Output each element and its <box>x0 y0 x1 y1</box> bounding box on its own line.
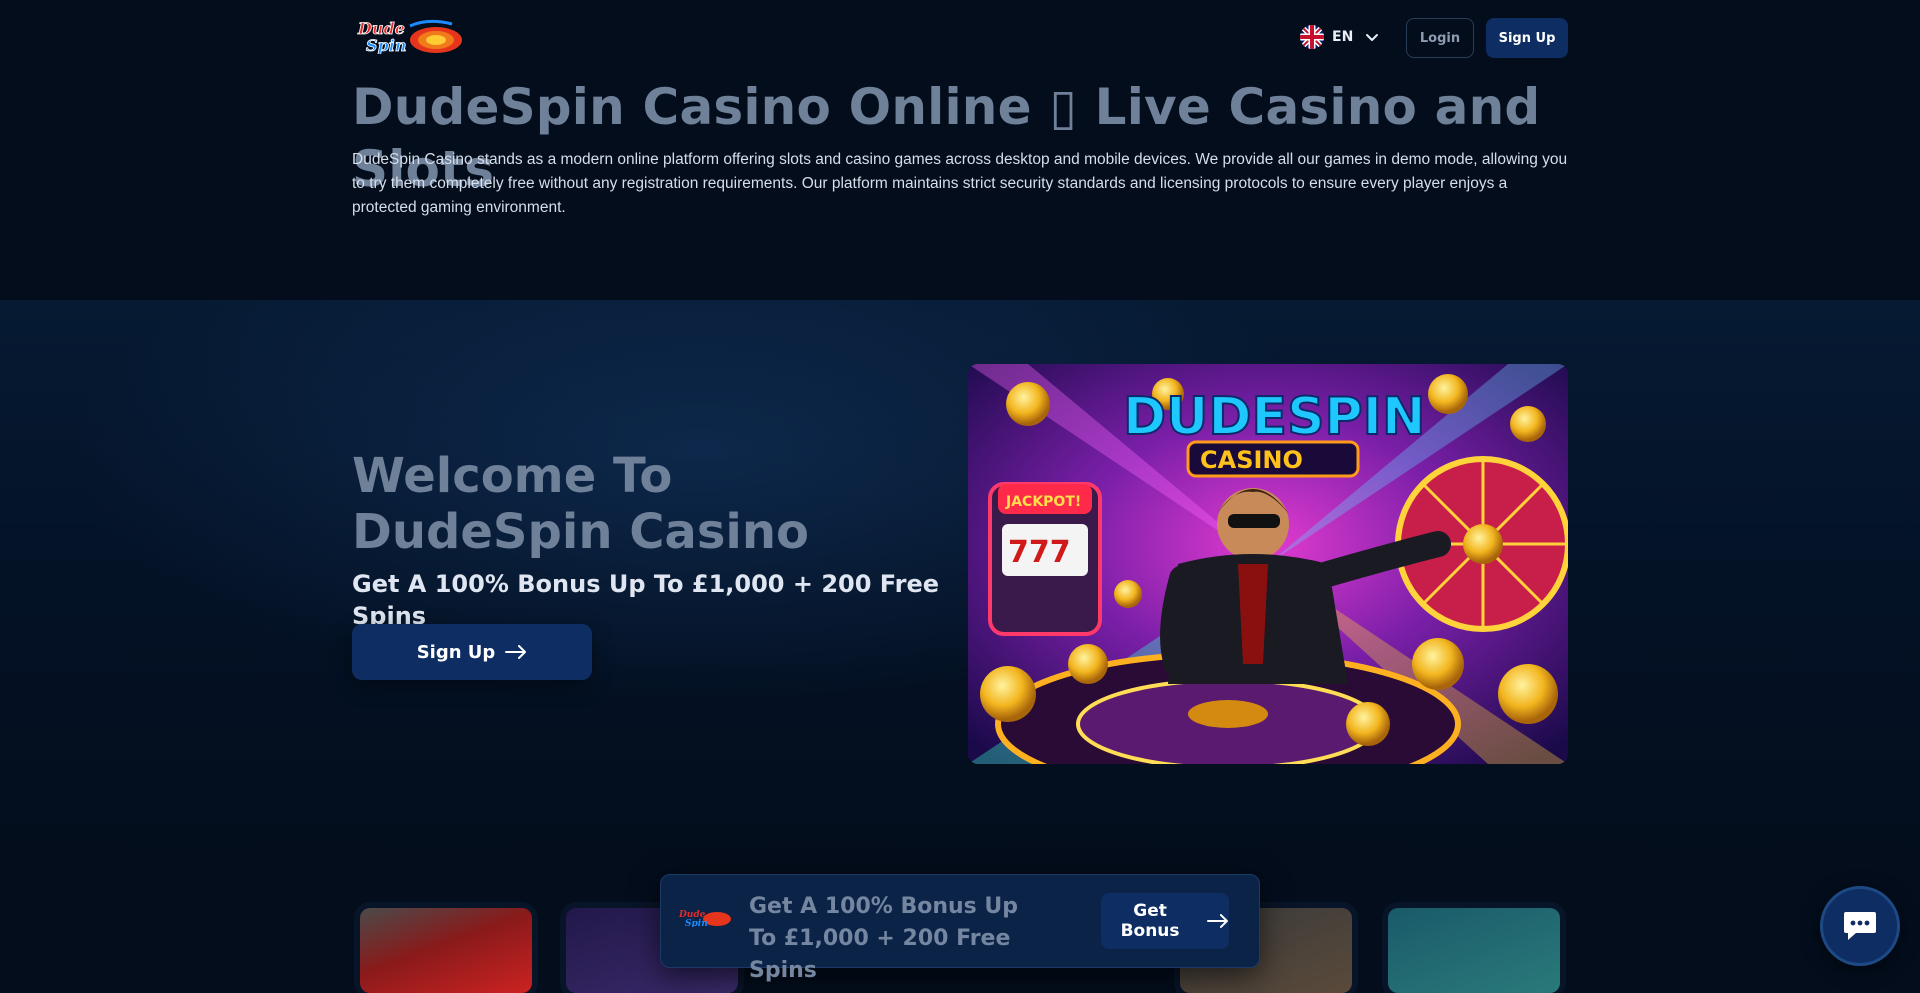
sticky-bonus-text: Get A 100% Bonus Up To £1,000 + 200 Free… <box>749 894 1019 983</box>
banner-title: DUDESPIN <box>1123 387 1426 447</box>
chat-icon <box>1844 912 1876 940</box>
svg-text:Spin: Spin <box>366 36 406 54</box>
sticky-logo: Dude Spin <box>677 907 733 929</box>
game-thumbnail[interactable] <box>1388 908 1560 993</box>
site-logo[interactable]: Dude Spin <box>352 18 470 55</box>
banner-subtitle: CASINO <box>1200 446 1303 474</box>
sticky-bonus-bar: Dude Spin Get A 100% Bonus Up To £1,000 … <box>660 874 1260 983</box>
game-thumbnail[interactable] <box>360 908 532 993</box>
get-bonus-label: Get Bonus <box>1120 901 1180 941</box>
hero-signup-label: Sign Up <box>416 641 496 663</box>
get-bonus-button[interactable]: Get Bonus <box>1101 893 1229 949</box>
site-header: Dude Spin EN Login Sign Up <box>352 16 1568 58</box>
hero-banner-image: 777 JACKPOT! DUDESPIN CASINO <box>968 364 1568 764</box>
chat-widget-button[interactable] <box>1820 886 1900 966</box>
arrow-right-icon <box>505 645 527 659</box>
language-selector[interactable]: EN <box>1300 24 1379 50</box>
hero-bonus-text: Get A 100% Bonus Up To £1,000 + 200 Free… <box>352 570 940 630</box>
uk-flag-icon <box>1300 25 1324 49</box>
hero-title: Welcome To DudeSpin Casino <box>352 448 809 560</box>
hero-signup-button[interactable]: Sign Up <box>352 624 592 680</box>
language-code: EN <box>1332 29 1354 45</box>
jackpot-sign: JACKPOT! <box>1005 494 1081 510</box>
svg-text:777: 777 <box>1008 535 1071 570</box>
intro-text: DudeSpin Casino stands as a modern onlin… <box>352 151 1568 216</box>
login-button[interactable]: Login <box>1406 18 1474 58</box>
svg-text:Spin: Spin <box>685 919 708 927</box>
signup-button-header[interactable]: Sign Up <box>1486 18 1568 58</box>
arrow-right-icon <box>1207 914 1229 928</box>
hero-background <box>0 300 1920 860</box>
chevron-down-icon <box>1366 34 1379 41</box>
